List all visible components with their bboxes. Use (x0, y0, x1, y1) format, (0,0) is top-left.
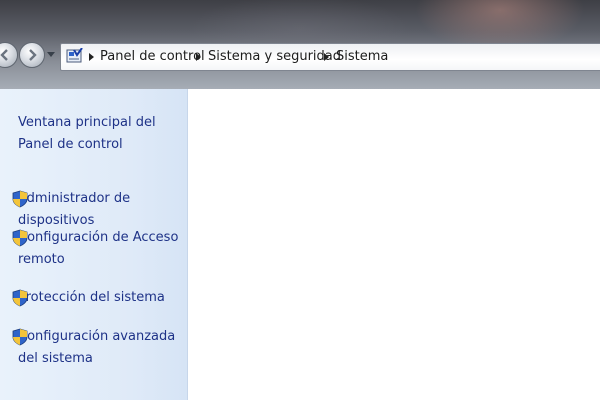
shield-icon (12, 229, 28, 247)
breadcrumb-separator-icon[interactable] (196, 53, 201, 61)
sidebar-item-device-manager[interactable]: Administrador de dispositivos (12, 188, 186, 232)
control-panel-home-link[interactable]: Ventana principal del Panel de control (18, 112, 186, 156)
main-content-area (188, 89, 600, 400)
shield-icon (12, 289, 28, 307)
sidebar-item-label: Protección del sistema (18, 290, 165, 305)
forward-button[interactable] (19, 42, 45, 68)
shield-icon (12, 328, 28, 346)
breadcrumb-separator-icon[interactable] (324, 53, 329, 61)
arrow-right-icon (29, 49, 37, 61)
sidebar-item-label: Administrador de dispositivos (18, 191, 131, 228)
sidebar: Ventana principal del Panel de control A… (0, 89, 188, 400)
back-button[interactable] (0, 42, 18, 68)
sidebar-item-label: Configuración avanzada del sistema (18, 329, 176, 366)
breadcrumb-separator-icon[interactable] (89, 53, 94, 61)
recent-pages-dropdown[interactable] (47, 52, 55, 57)
sidebar-item-advanced-settings[interactable]: Configuración avanzada del sistema (12, 326, 186, 370)
arrow-left-icon (0, 49, 8, 61)
window-titlebar: Panel de control Sistema y seguridad Sis… (0, 0, 600, 89)
sidebar-item-label: Configuración de Acceso remoto (18, 230, 179, 267)
shield-icon (12, 190, 28, 208)
breadcrumb-sistema[interactable]: Sistema (336, 49, 388, 64)
sidebar-item-remote-access[interactable]: Configuración de Acceso remoto (12, 227, 186, 271)
breadcrumb-panel-de-control[interactable]: Panel de control (100, 49, 205, 64)
sidebar-item-system-protection[interactable]: Protección del sistema (12, 287, 186, 309)
breadcrumb-sistema-y-seguridad[interactable]: Sistema y seguridad (208, 49, 341, 64)
control-panel-icon (66, 48, 83, 63)
address-bar[interactable]: Panel de control Sistema y seguridad Sis… (60, 43, 600, 71)
